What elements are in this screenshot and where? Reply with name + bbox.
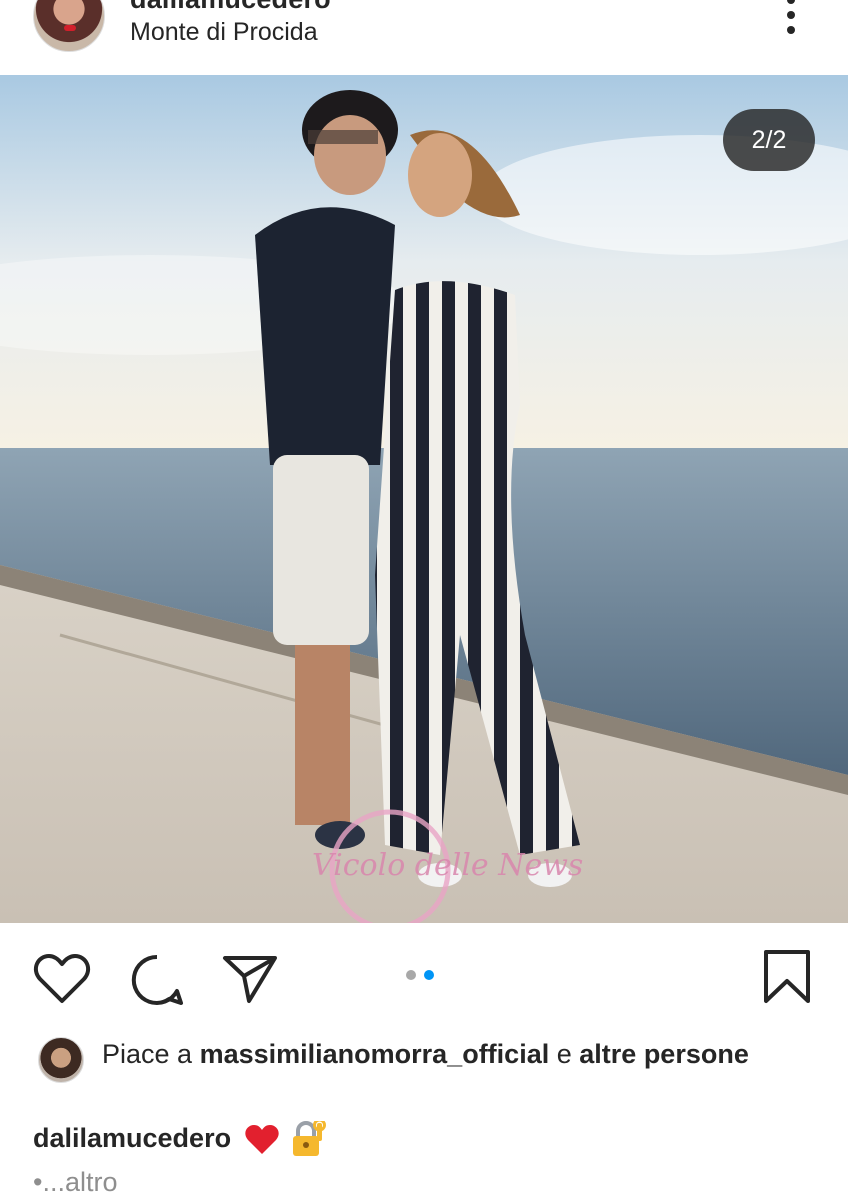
likes-prefix: Piace a	[102, 1039, 193, 1069]
caption-username[interactable]: dalilamucedero	[33, 1123, 231, 1153]
liker-avatar[interactable]	[38, 1037, 84, 1083]
likes-others[interactable]: altre persone	[579, 1039, 749, 1069]
post-image[interactable]: Vicolo delle News 2/2	[0, 75, 848, 923]
likes-connector: e	[556, 1039, 572, 1069]
red-heart-emoji	[244, 1124, 279, 1154]
action-bar	[0, 923, 848, 1033]
post-location[interactable]: Monte di Procida	[130, 18, 318, 47]
locked-with-key-emoji	[293, 1120, 327, 1156]
carousel-counter: 2/2	[723, 109, 815, 171]
comment-icon[interactable]	[130, 953, 184, 1007]
watermark-text: Vicolo delle News	[312, 848, 583, 883]
bookmark-icon[interactable]	[762, 949, 812, 1005]
post-username[interactable]: dalilamucedero	[130, 0, 331, 15]
more-options-icon[interactable]	[783, 0, 799, 36]
post-header: dalilamucedero Monte di Procida	[0, 0, 848, 75]
carousel-indicator	[406, 970, 434, 980]
heart-icon[interactable]	[33, 953, 91, 1005]
carousel-dot-active	[424, 970, 434, 980]
share-icon[interactable]	[222, 953, 278, 1005]
photo-illustration: Vicolo delle News	[0, 75, 848, 923]
caption: dalilamucedero	[33, 1118, 328, 1159]
liker-username[interactable]: massimilianomorra_official	[200, 1039, 550, 1069]
carousel-dot	[406, 970, 416, 980]
likes-summary[interactable]: Piace a massimilianomorra_official e alt…	[102, 1034, 802, 1074]
profile-avatar[interactable]	[33, 0, 105, 52]
more-link[interactable]: •...altro	[33, 1162, 117, 1202]
